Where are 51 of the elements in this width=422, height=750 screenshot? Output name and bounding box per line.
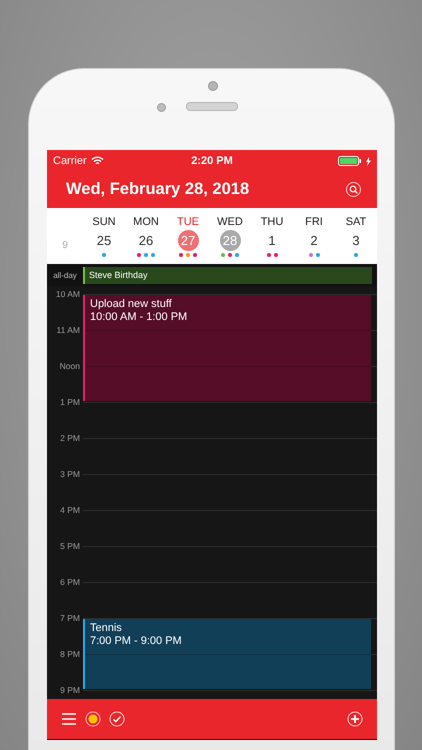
add-button[interactable] — [347, 711, 363, 727]
hour-label: 10 AM — [54, 289, 81, 299]
weekday-label: SAT — [346, 216, 366, 228]
status-time: 2:20 PM — [191, 155, 233, 167]
date-title: Wed, February 28, 2018 — [66, 180, 250, 198]
hour-label: 11 AM — [56, 325, 81, 335]
camera-icon — [208, 81, 218, 91]
hour-label: 5 PM — [59, 541, 81, 551]
event-block[interactable]: Tennis 7:00 PM - 9:00 PM — [83, 619, 371, 689]
carrier-label: Carrier — [53, 155, 87, 167]
date-button[interactable]: 26 — [136, 230, 156, 250]
all-day-label: all-day — [52, 270, 78, 280]
checkmark-circle-icon — [109, 711, 125, 727]
plus-circle-icon — [347, 711, 363, 727]
hour-label: 9 PM — [59, 685, 81, 695]
sensor-icon — [157, 103, 166, 112]
record-button[interactable] — [85, 711, 101, 727]
hour-label: 8 PM — [59, 649, 81, 659]
hour-label: Noon — [58, 361, 81, 371]
hour-label: 1 PM — [59, 397, 81, 407]
hour-label: 7 PM — [59, 613, 81, 623]
event-title: Tennis — [90, 622, 122, 635]
hour-label: 6 PM — [59, 577, 81, 587]
hour-label: 4 PM — [59, 505, 81, 515]
hour-label: 3 PM — [59, 469, 81, 479]
tasks-button[interactable] — [109, 711, 125, 727]
dot-circle-icon — [85, 711, 101, 727]
menu-icon — [61, 713, 77, 725]
event-block[interactable]: Upload new stuff 10:00 AM - 1:00 PM — [83, 295, 371, 401]
search-button[interactable] — [346, 182, 361, 196]
week-number: 9 — [61, 240, 69, 250]
event-title: Upload new stuff — [90, 298, 172, 311]
speaker-icon — [186, 102, 238, 111]
hour-label: 2 PM — [59, 433, 81, 443]
date-button[interactable]: 25 — [94, 230, 114, 250]
weekday-label: TUE — [177, 216, 199, 228]
search-icon — [346, 182, 361, 196]
weekday-label: FRI — [305, 216, 323, 228]
date-button[interactable]: 1 — [262, 230, 282, 250]
all-day-event[interactable]: Steve Birthday — [83, 266, 372, 284]
battery-icon — [338, 156, 362, 166]
weekday-label: SUN — [92, 216, 116, 228]
weekday-label: WED — [217, 216, 243, 228]
wifi-icon — [90, 156, 104, 166]
event-time: 7:00 PM - 9:00 PM — [90, 635, 182, 648]
date-button[interactable]: 2 — [304, 230, 324, 250]
date-button[interactable]: 3 — [346, 230, 366, 250]
event-time: 10:00 AM - 1:00 PM — [90, 311, 188, 324]
weekday-label: MON — [133, 216, 159, 228]
menu-button[interactable] — [61, 713, 77, 725]
weekday-label: THU — [260, 216, 284, 228]
